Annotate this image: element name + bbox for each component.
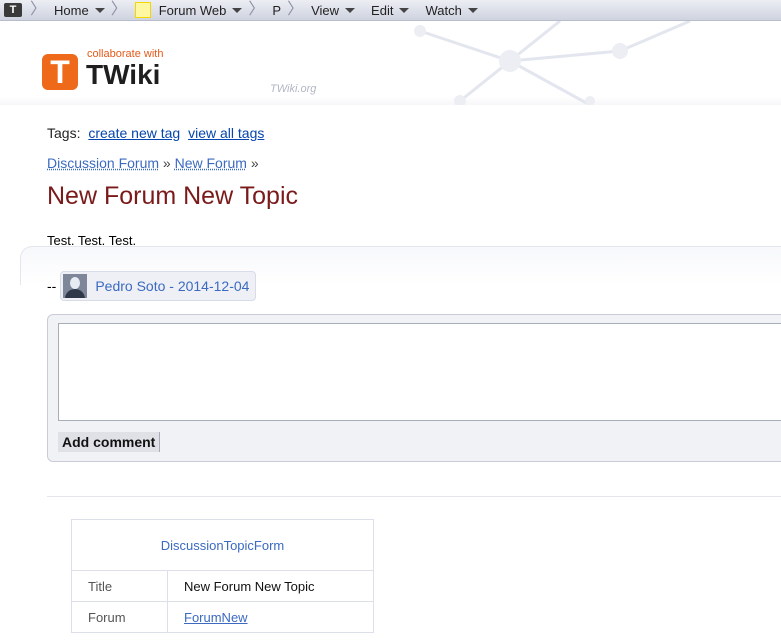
nav-separator: 〉 — [287, 0, 303, 20]
page-link-label: P — [272, 3, 281, 18]
view-menu[interactable]: View — [311, 3, 355, 18]
author-link[interactable]: Pedro Soto - 2014-12-04 — [95, 278, 249, 294]
form-field-value: New Forum New Topic — [168, 571, 374, 602]
chevron-down-icon — [399, 8, 409, 13]
add-comment-button[interactable]: Add comment — [58, 432, 160, 452]
nav-separator: 〉 — [30, 0, 46, 20]
forum-link[interactable]: ForumNew — [184, 610, 248, 625]
edit-menu[interactable]: Edit — [371, 3, 409, 18]
breadcrumb: Discussion Forum » New Forum » — [47, 155, 259, 171]
network-decoration — [360, 21, 781, 105]
breadcrumb-new-forum[interactable]: New Forum — [175, 155, 247, 171]
section-divider — [47, 496, 781, 497]
site-header: T collaborate with TWiki TWiki.org — [0, 21, 781, 105]
top-nav-bar: T 〉 Home 〉 Forum Web 〉 P 〉 View Edit Wat… — [0, 0, 781, 21]
web-color-icon — [135, 2, 151, 18]
signature-dash: -- — [47, 278, 56, 294]
view-all-tags-link[interactable]: view all tags — [188, 125, 264, 141]
web-menu[interactable]: Forum Web — [135, 2, 243, 18]
table-row: Title New Forum New Topic — [72, 571, 374, 602]
table-row: Forum ForumNew — [72, 602, 374, 633]
form-name-link[interactable]: DiscussionTopicForm — [161, 538, 285, 553]
logo-mark: T — [42, 54, 78, 90]
chevron-down-icon — [468, 8, 478, 13]
signature: -- Pedro Soto - 2014-12-04 — [47, 271, 256, 301]
page-title: New Forum New Topic — [47, 182, 298, 211]
form-name-header: DiscussionTopicForm — [72, 520, 374, 571]
nav-separator: 〉 — [111, 0, 127, 20]
form-field-label: Forum — [72, 602, 168, 633]
logo-wordmark: TWiki — [86, 59, 160, 91]
edit-menu-label: Edit — [371, 3, 393, 18]
create-tag-link[interactable]: create new tag — [88, 125, 180, 141]
chevron-down-icon — [232, 8, 242, 13]
comment-box: Add comment — [47, 314, 781, 462]
watch-menu-label: Watch — [425, 3, 461, 18]
home-menu-label: Home — [54, 3, 89, 18]
home-menu[interactable]: Home — [54, 3, 105, 18]
chevron-down-icon — [95, 8, 105, 13]
tags-line: Tags: create new tag view all tags — [47, 125, 264, 141]
avatar-icon — [63, 274, 87, 298]
form-field-label: Title — [72, 571, 168, 602]
tags-label: Tags: — [47, 125, 80, 141]
breadcrumb-separator: » — [251, 155, 259, 171]
nav-separator: 〉 — [248, 0, 264, 20]
view-menu-label: View — [311, 3, 339, 18]
topic-form-table: DiscussionTopicForm Title New Forum New … — [71, 519, 374, 633]
logo-site-name: TWiki.org — [270, 83, 316, 95]
web-menu-label: Forum Web — [159, 3, 227, 18]
page-link[interactable]: P — [272, 3, 281, 18]
comment-textarea[interactable] — [58, 323, 781, 421]
breadcrumb-discussion-forum[interactable]: Discussion Forum — [47, 155, 159, 171]
form-field-value: ForumNew — [168, 602, 374, 633]
breadcrumb-separator: » — [163, 155, 171, 171]
watch-menu[interactable]: Watch — [425, 3, 477, 18]
chevron-down-icon — [345, 8, 355, 13]
twiki-menu-icon[interactable]: T — [4, 3, 22, 17]
author-chip[interactable]: Pedro Soto - 2014-12-04 — [60, 271, 256, 301]
